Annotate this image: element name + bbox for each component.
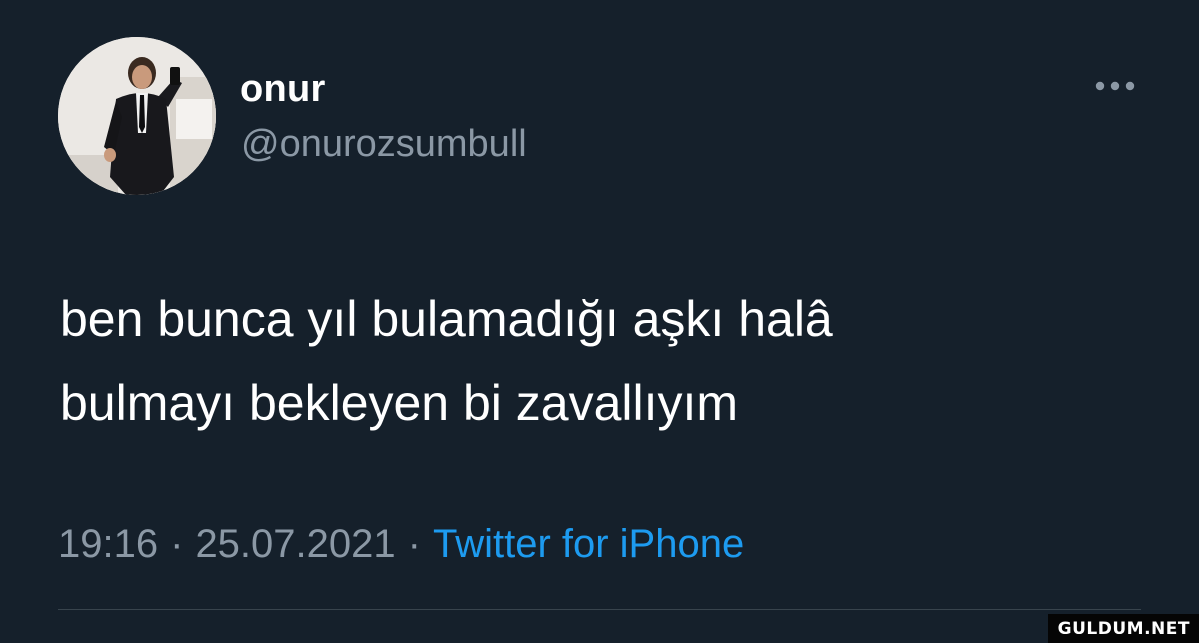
ellipsis-icon xyxy=(1095,81,1135,91)
tweet-text-line: bulmayı bekleyen bi zavallıyım xyxy=(60,375,739,431)
avatar[interactable] xyxy=(58,37,216,195)
profile-photo xyxy=(58,37,216,195)
tweet-card: onur @onurozsumbull ben bunca yıl bulama… xyxy=(0,0,1199,643)
meta-separator: · xyxy=(170,522,184,566)
divider xyxy=(58,609,1141,610)
watermark-logo: GULDUM.NET xyxy=(1047,614,1199,643)
meta-separator: · xyxy=(407,522,421,566)
tweet-meta: 19:16 · 25.07.2021 · Twitter for iPhone xyxy=(58,519,744,569)
tweet-date[interactable]: 25.07.2021 xyxy=(195,522,395,566)
user-handle[interactable]: @onurozsumbull xyxy=(241,121,527,167)
more-options-button[interactable] xyxy=(1088,74,1144,98)
tweet-source-link[interactable]: Twitter for iPhone xyxy=(433,522,744,566)
tweet-text: ben bunca yıl bulamadığı aşkı halâ bulma… xyxy=(60,277,1120,445)
tweet-text-line: ben bunca yıl bulamadığı aşkı halâ xyxy=(60,291,833,347)
tweet-time[interactable]: 19:16 xyxy=(58,522,158,566)
display-name[interactable]: onur xyxy=(240,66,326,112)
